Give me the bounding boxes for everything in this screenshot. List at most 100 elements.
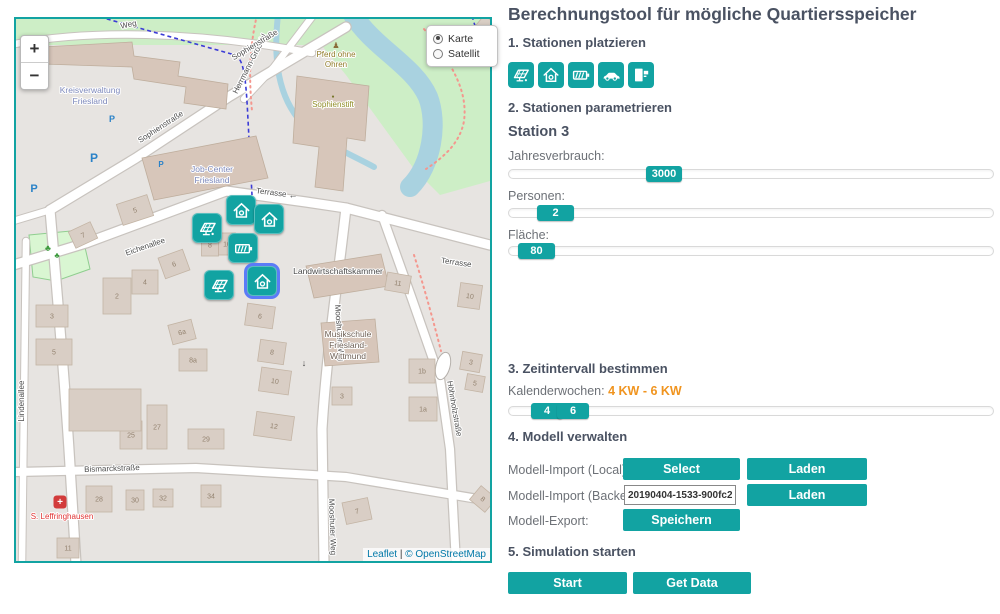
house-number: 29 [202, 437, 210, 444]
speichern-button[interactable]: Speichern [623, 509, 740, 531]
solar-panel-icon [511, 65, 531, 85]
palette-solar-panel-button[interactable] [508, 62, 534, 88]
house-number: 28 [95, 497, 103, 504]
transformer-icon [631, 65, 651, 85]
house-number: 3 [340, 394, 344, 401]
house-number: 34 [207, 494, 215, 501]
get-data-button[interactable]: Get Data [633, 572, 751, 594]
building: 11 [57, 538, 79, 558]
station-title: Station 3 [508, 124, 569, 140]
layer-option-karte[interactable]: Karte [433, 31, 491, 46]
layer-option-satellit[interactable]: Satellit [433, 46, 491, 61]
zoom-out-button[interactable]: − [21, 63, 48, 89]
building: 3 [332, 387, 352, 405]
select-button[interactable]: Select [623, 458, 740, 480]
building [69, 389, 141, 431]
slider-handle-kw-end[interactable]: 6 [557, 403, 589, 419]
street-label: Lindenallee [17, 380, 26, 421]
kalenderwochen-range: 4 KW - 6 KW [608, 384, 682, 398]
building: 11 [385, 272, 412, 294]
zoom-in-button[interactable]: + [21, 36, 48, 63]
car-icon [601, 65, 621, 85]
house-number: 1a [419, 407, 427, 414]
house-number: 27 [153, 425, 161, 432]
house-number: 11 [64, 546, 71, 553]
section-2-heading: 2. Stationen parametrieren [508, 100, 672, 115]
house-icon [541, 65, 561, 85]
map-symbol-icon: ♟ [332, 41, 339, 50]
layer-satellit-label: Satellit [448, 48, 480, 60]
house-number: 12 [270, 423, 279, 431]
slider-label-jahresverbrauch: Jahresverbrauch: [508, 149, 605, 163]
house-number: 2 [115, 294, 119, 301]
building: 3 [36, 305, 68, 327]
palette-car-button[interactable] [598, 62, 624, 88]
building: 8a [179, 349, 207, 371]
poi-label: Job-CenterFriesland [191, 164, 233, 185]
slider-flaeche[interactable]: 80 [508, 246, 994, 256]
kalenderwochen-label: Kalenderwochen: [508, 384, 605, 398]
app: 5810723466a58a68101225272928303234111110… [0, 0, 1000, 614]
layer-karte-label: Karte [448, 33, 473, 45]
start-button[interactable]: Start [508, 572, 627, 594]
house-number: 3 [50, 314, 54, 321]
slider-label-personen: Personen: [508, 189, 565, 203]
station-marker-battery[interactable] [228, 233, 258, 263]
building: 30 [126, 490, 144, 510]
house-number: 1b [418, 369, 426, 376]
building: 32 [153, 489, 173, 507]
kalenderwochen-line: Kalenderwochen: 4 KW - 6 KW [508, 384, 682, 398]
map-attribution: Leaflet | © OpenStreetMap [363, 548, 490, 561]
slider-handle-flaeche[interactable]: 80 [518, 243, 555, 259]
model-export-label: Modell-Export: [508, 514, 589, 528]
leaflet-link[interactable]: Leaflet [367, 549, 397, 560]
model-import-local-label: Modell-Import (Local): [508, 463, 630, 477]
house-number: 30 [131, 498, 139, 505]
backend-model-input[interactable] [624, 485, 736, 505]
house-number: 10 [271, 378, 280, 386]
map-symbol-icon: P [109, 114, 115, 124]
building: 34 [201, 485, 221, 507]
station-marker-house[interactable] [226, 195, 256, 225]
radio-satellit-icon[interactable] [433, 49, 443, 59]
building: 6 [245, 303, 276, 329]
slider-kalenderwochen[interactable]: 4 6 [508, 406, 994, 416]
battery-icon [571, 65, 591, 85]
radio-karte-icon[interactable] [433, 34, 443, 44]
laden-local-button[interactable]: Laden [747, 458, 867, 480]
slider-label-flaeche: Fläche: [508, 228, 549, 242]
building: 3 [460, 351, 483, 372]
map-symbol-icon: + [57, 497, 63, 508]
map-zoom-control: + − [20, 35, 49, 90]
slider-handle-personen[interactable]: 2 [537, 205, 574, 221]
building: 10 [258, 367, 291, 395]
building: 5 [36, 339, 72, 365]
building: 1a [409, 397, 437, 421]
laden-backend-button[interactable]: Laden [747, 484, 867, 506]
page-title: Berechnungstool für mögliche Quartierssp… [508, 4, 916, 25]
station-marker-house[interactable] [254, 204, 284, 234]
poi-label: Sophienstift [312, 100, 355, 109]
map-symbol-icon: P [30, 183, 37, 195]
slider-jahresverbrauch[interactable]: 3000 [508, 169, 994, 179]
slider-personen[interactable]: 2 [508, 208, 994, 218]
palette-house-button[interactable] [538, 62, 564, 88]
palette-transformer-button[interactable] [628, 62, 654, 88]
building: 1b [409, 359, 435, 383]
osm-link[interactable]: © OpenStreetMap [405, 549, 486, 560]
building: 10 [457, 283, 482, 310]
palette-battery-button[interactable] [568, 62, 594, 88]
house-number: 4 [143, 280, 147, 287]
map-layers-control: Karte Satellit [426, 25, 498, 67]
station-marker-house-selected[interactable] [247, 266, 277, 296]
slider-handle-jahresverbrauch[interactable]: 3000 [646, 166, 682, 182]
house-number: 8 [208, 243, 212, 250]
poi-label: MusikschuleFriesland-Wittmund [325, 329, 372, 361]
map-container[interactable]: 5810723466a58a68101225272928303234111110… [14, 17, 492, 563]
station-marker-solar[interactable] [192, 213, 222, 243]
house-number: 5 [52, 350, 56, 357]
house-number: 32 [159, 496, 167, 503]
building: 8 [258, 339, 287, 364]
station-marker-solar[interactable] [204, 270, 234, 300]
section-3-heading: 3. Zeitintervall bestimmen [508, 361, 668, 376]
